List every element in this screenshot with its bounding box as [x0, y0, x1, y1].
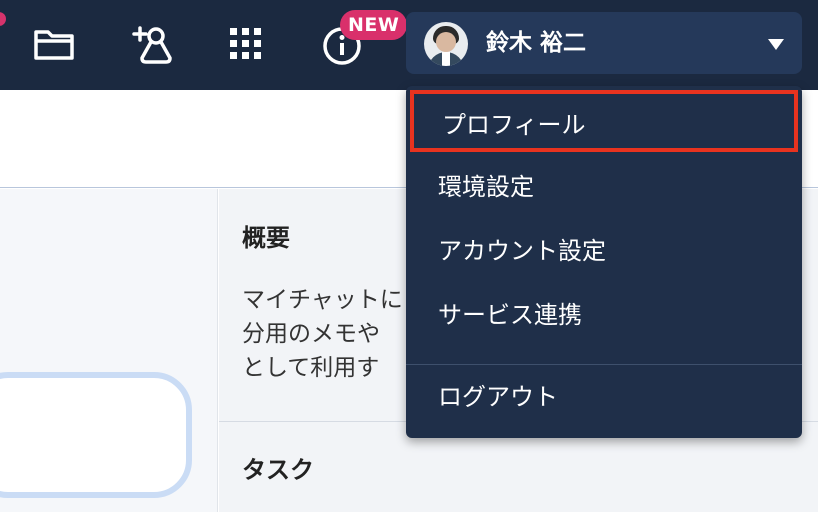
menu-item-account-settings[interactable]: アカウント設定 — [406, 220, 802, 282]
top-bar: NEW 鈴木 裕二 — [0, 0, 818, 90]
overview-title: 概要 — [242, 224, 290, 252]
menu-item-logout[interactable]: ログアウト — [406, 366, 802, 428]
overview-text-line: マイチャットに — [242, 287, 403, 313]
task-title: タスク — [242, 456, 314, 484]
overview-text: マイチャットに 分用のメモや として利用す — [242, 283, 422, 385]
message-input[interactable] — [0, 372, 192, 498]
add-contact-icon[interactable] — [128, 20, 176, 68]
overview-text-line: 分用のメモや — [242, 321, 380, 347]
notification-dot — [0, 12, 6, 26]
app-grid-icon[interactable] — [222, 20, 270, 68]
menu-item-service-integration[interactable]: サービス連携 — [406, 284, 802, 346]
overview-text-line: として利用す — [242, 355, 380, 381]
avatar — [424, 22, 468, 66]
folder-icon[interactable] — [30, 20, 78, 68]
user-menu-button[interactable]: 鈴木 裕二 — [406, 12, 802, 74]
menu-item-preferences[interactable]: 環境設定 — [406, 156, 802, 218]
user-name: 鈴木 裕二 — [486, 30, 587, 56]
user-dropdown-menu: プロフィール 環境設定 アカウント設定 サービス連携 ログアウト — [406, 86, 802, 438]
menu-divider — [406, 364, 802, 365]
chevron-down-icon — [768, 39, 784, 50]
new-badge: NEW — [340, 10, 408, 40]
menu-item-profile[interactable]: プロフィール — [410, 90, 798, 152]
